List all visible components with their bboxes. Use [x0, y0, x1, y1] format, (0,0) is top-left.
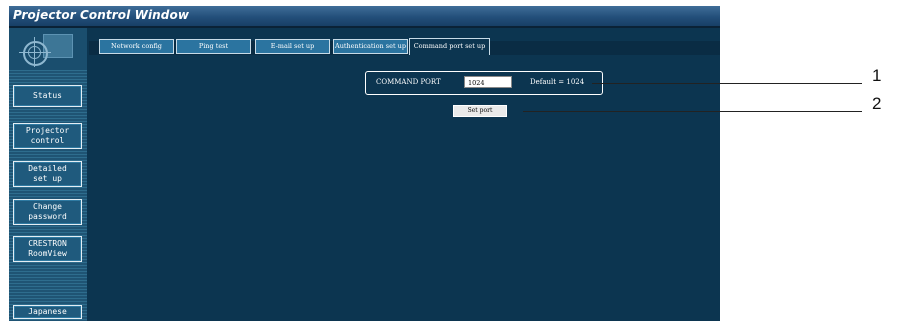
sidebar-item-projector-control[interactable]: Projector control	[13, 123, 82, 149]
callout-number-1: 1	[872, 66, 882, 85]
tab-label: Authentication set up	[335, 42, 406, 50]
command-port-panel: COMMAND PORT 1024 Default = 1024	[365, 71, 603, 95]
sidebar-item-label: CRESTRON RoomView	[28, 239, 67, 258]
callout-number-2: 2	[872, 94, 882, 113]
sidebar-item-label: Projector control	[25, 126, 70, 145]
callout-line-1	[592, 83, 862, 84]
sidebar-item-change-password[interactable]: Change password	[13, 199, 82, 225]
title-bar: Projector Control Window	[9, 6, 720, 28]
tab-strip: Network config Ping test E-mail set up A…	[89, 28, 720, 55]
window-title: Projector Control Window	[13, 8, 190, 22]
sidebar-item-label: Status	[33, 91, 62, 100]
tab-command-port-set-up[interactable]: Command port set up	[409, 38, 490, 55]
tab-network-config[interactable]: Network config	[99, 39, 174, 54]
callout-line-2	[523, 111, 862, 112]
sidebar-item-detailed-set-up[interactable]: Detailed set up	[13, 161, 82, 187]
command-port-label: COMMAND PORT	[376, 78, 441, 86]
command-port-default: Default = 1024	[530, 78, 585, 86]
sidebar-item-label: Detailed set up	[28, 164, 67, 183]
main-content: COMMAND PORT 1024 Default = 1024 Set por…	[89, 55, 720, 321]
projector-logo-icon	[9, 28, 87, 70]
command-port-input[interactable]: 1024	[464, 76, 512, 88]
tab-label: Ping test	[198, 42, 229, 50]
tab-label: Command port set up	[413, 42, 486, 50]
sidebar-item-status[interactable]: Status	[13, 85, 82, 107]
sidebar-item-japanese[interactable]: Japanese	[13, 305, 82, 319]
sidebar-item-label: Change password	[28, 202, 67, 221]
tab-email-set-up[interactable]: E-mail set up	[255, 39, 330, 54]
tab-ping-test[interactable]: Ping test	[176, 39, 251, 54]
sidebar-item-label: Japanese	[28, 307, 67, 316]
tab-label: E-mail set up	[270, 42, 315, 50]
sidebar: Status Projector control Detailed set up…	[9, 28, 87, 321]
set-port-button[interactable]: Set port	[453, 105, 507, 117]
projector-control-window: Projector Control Window Status Projecto…	[9, 6, 720, 321]
tab-label: Network config	[111, 42, 162, 50]
tab-authentication-set-up[interactable]: Authentication set up	[333, 39, 408, 54]
sidebar-item-crestron-roomview[interactable]: CRESTRON RoomView	[13, 236, 82, 262]
